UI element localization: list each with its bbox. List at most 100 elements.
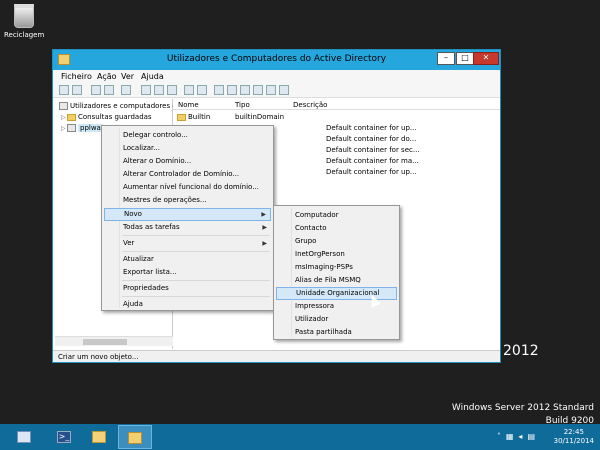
folder-icon bbox=[92, 431, 106, 443]
up-folder-icon[interactable] bbox=[91, 85, 101, 95]
menu-item-raise-functional-level[interactable]: Aumentar nível funcional do domínio... bbox=[104, 181, 271, 194]
tree-item-saved-queries[interactable]: ▷ Consultas guardadas bbox=[61, 113, 152, 124]
network-icon[interactable]: ▦ bbox=[506, 432, 519, 441]
forward-arrow-icon[interactable] bbox=[72, 85, 82, 95]
menu-bar: Ficheiro Ação Ver Ajuda bbox=[53, 70, 500, 83]
menu-item-find[interactable]: Localizar... bbox=[104, 142, 271, 155]
taskbar: >_ ˄▦◂▤ 22:45 30/11/2014 bbox=[0, 424, 600, 450]
tree-root[interactable]: Utilizadores e computadores do bbox=[59, 102, 181, 113]
submenu-item-computer[interactable]: Computador bbox=[276, 209, 397, 222]
title-bar[interactable]: Utilizadores e Computadores do Active Di… bbox=[53, 50, 500, 70]
menu-separator bbox=[122, 280, 270, 281]
taskbar-clock[interactable]: 22:45 30/11/2014 bbox=[554, 428, 594, 446]
close-button[interactable]: ✕ bbox=[473, 52, 499, 65]
menu-item-change-domain-controller[interactable]: Alterar Controlador de Domínio... bbox=[104, 168, 271, 181]
taskbar-file-explorer[interactable] bbox=[85, 425, 113, 449]
brand-year: 2012 bbox=[503, 343, 539, 359]
menu-item-refresh[interactable]: Atualizar bbox=[104, 253, 271, 266]
toolbar bbox=[53, 83, 500, 98]
menu-item-properties[interactable]: Propriedades bbox=[104, 282, 271, 295]
menu-item-help[interactable]: Ajuda bbox=[104, 298, 271, 311]
recycle-bin[interactable]: Reciclagem bbox=[4, 4, 44, 39]
tree-item-domain[interactable]: ▷ pplwa bbox=[61, 124, 103, 135]
new-ou-icon[interactable] bbox=[240, 85, 250, 95]
new-user-icon[interactable] bbox=[214, 85, 224, 95]
chevron-up-icon[interactable]: ˄ bbox=[497, 432, 506, 441]
submenu-arrow-icon: ▶ bbox=[262, 224, 267, 231]
taskbar-server-manager[interactable] bbox=[10, 425, 38, 449]
new-object-submenu: Computador Contacto Grupo InetOrgPerson … bbox=[273, 205, 400, 340]
status-text: Criar um novo objeto... bbox=[58, 353, 139, 361]
list-item-description: Default container for sec... bbox=[326, 146, 420, 154]
submenu-item-msimaging-psps[interactable]: msImaging-PSPs bbox=[276, 261, 397, 274]
clock-time: 22:45 bbox=[563, 428, 584, 436]
add-to-group-icon[interactable] bbox=[279, 85, 289, 95]
menu-separator bbox=[122, 235, 270, 236]
back-arrow-icon[interactable] bbox=[59, 85, 69, 95]
column-header-description[interactable]: Descrição bbox=[293, 101, 327, 109]
context-menu: Delegar controlo... Localizar... Alterar… bbox=[101, 125, 274, 311]
submenu-item-inetorgperson[interactable]: InetOrgPerson bbox=[276, 248, 397, 261]
copy-icon[interactable] bbox=[121, 85, 131, 95]
menu-item-delegate-control[interactable]: Delegar controlo... bbox=[104, 129, 271, 142]
keyboard-icon[interactable]: ▤ bbox=[527, 432, 540, 441]
menu-view[interactable]: Ver bbox=[121, 72, 134, 81]
tree-horizontal-scrollbar[interactable] bbox=[55, 336, 173, 346]
submenu-arrow-icon: ▶ bbox=[262, 240, 267, 247]
list-item-description: Default container for up... bbox=[326, 124, 417, 132]
domain-icon bbox=[67, 124, 76, 132]
column-header-name[interactable]: Nome bbox=[178, 101, 199, 109]
list-item-description: Default container for do... bbox=[326, 135, 417, 143]
list-item-description: Default container for ma... bbox=[326, 157, 419, 165]
menu-file[interactable]: Ficheiro bbox=[61, 72, 92, 81]
submenu-arrow-icon: ▶ bbox=[261, 211, 266, 218]
submenu-item-msmq-alias[interactable]: Alias de Fila MSMQ bbox=[276, 274, 397, 287]
list-item-description: Default container for up... bbox=[326, 168, 417, 176]
system-tray: ˄▦◂▤ bbox=[497, 432, 540, 441]
submenu-item-user[interactable]: Utilizador bbox=[276, 313, 397, 326]
menu-item-change-domain[interactable]: Alterar o Domínio... bbox=[104, 155, 271, 168]
powershell-icon: >_ bbox=[57, 431, 71, 443]
menu-item-all-tasks[interactable]: Todas as tarefas ▶ bbox=[104, 221, 271, 234]
minimize-button[interactable]: – bbox=[437, 52, 455, 65]
list-item-name[interactable]: Builtin bbox=[177, 113, 210, 121]
column-header-type[interactable]: Tipo bbox=[235, 101, 250, 109]
menu-item-new[interactable]: Novo ▶ bbox=[104, 208, 271, 221]
menu-item-operations-masters[interactable]: Mestres de operações... bbox=[104, 194, 271, 207]
submenu-item-group[interactable]: Grupo bbox=[276, 235, 397, 248]
submenu-item-shared-folder[interactable]: Pasta partilhada bbox=[276, 326, 397, 339]
clock-date: 30/11/2014 bbox=[553, 437, 594, 445]
refresh-icon[interactable] bbox=[141, 85, 151, 95]
recycle-bin-label: Reciclagem bbox=[4, 31, 45, 39]
brand-edition: Windows Server 2012 Standard bbox=[451, 403, 594, 413]
filter-icon[interactable] bbox=[253, 85, 263, 95]
scrollbar-thumb[interactable] bbox=[83, 339, 127, 345]
aduc-root-icon bbox=[59, 102, 68, 110]
find-icon[interactable] bbox=[266, 85, 276, 95]
aduc-app-icon bbox=[128, 432, 142, 444]
help-icon[interactable] bbox=[184, 85, 194, 95]
folder-icon bbox=[67, 113, 76, 121]
export-icon[interactable] bbox=[154, 85, 164, 95]
submenu-item-contact[interactable]: Contacto bbox=[276, 222, 397, 235]
tree-toggle-icon[interactable] bbox=[104, 85, 114, 95]
properties-icon[interactable] bbox=[167, 85, 177, 95]
taskbar-aduc[interactable] bbox=[118, 425, 152, 449]
menu-help[interactable]: Ajuda bbox=[141, 72, 164, 81]
menu-separator bbox=[122, 251, 270, 252]
window-title: Utilizadores e Computadores do Active Di… bbox=[166, 54, 387, 64]
list-item-type: builtinDomain bbox=[235, 113, 285, 121]
folder-icon bbox=[177, 113, 186, 121]
list-header: Nome Tipo Descrição bbox=[173, 99, 500, 110]
status-bar: Criar um novo objeto... bbox=[53, 350, 500, 362]
menu-action[interactable]: Ação bbox=[97, 72, 117, 81]
taskbar-powershell[interactable]: >_ bbox=[50, 425, 78, 449]
menu-item-export-list[interactable]: Exportar lista... bbox=[104, 266, 271, 279]
recycle-bin-icon bbox=[14, 4, 34, 28]
maximize-button[interactable]: □ bbox=[456, 52, 474, 65]
show-pane-icon[interactable] bbox=[197, 85, 207, 95]
menu-item-view[interactable]: Ver ▶ bbox=[104, 237, 271, 250]
server-manager-icon bbox=[17, 431, 31, 443]
new-group-icon[interactable] bbox=[227, 85, 237, 95]
menu-separator bbox=[122, 296, 270, 297]
